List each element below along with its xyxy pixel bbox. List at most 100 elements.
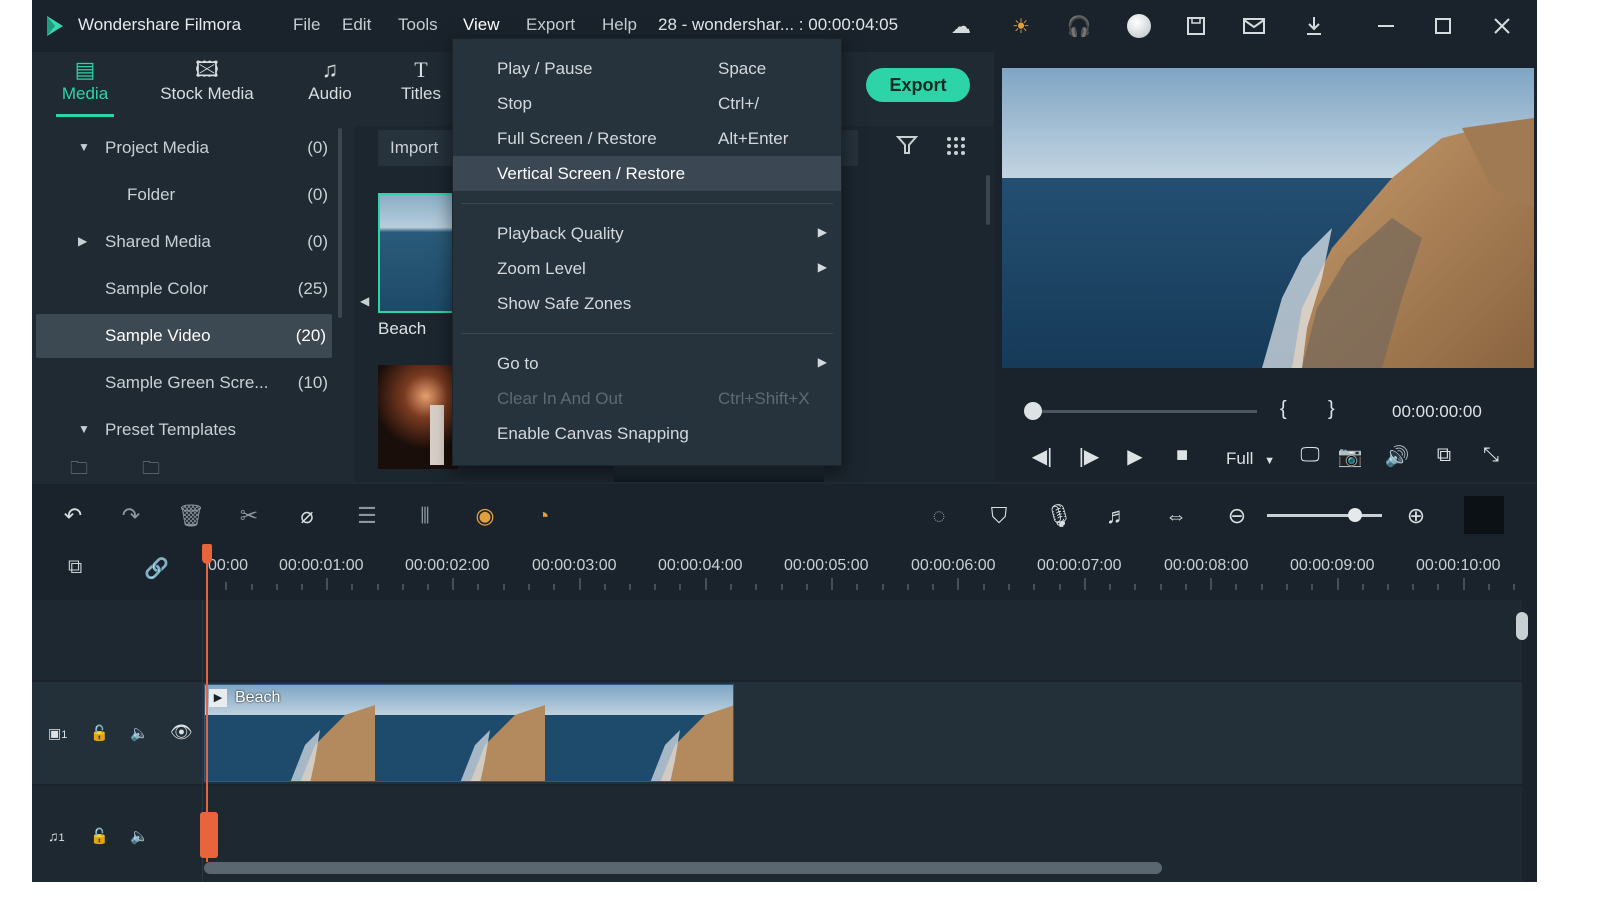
volume-icon[interactable]: 🔊 xyxy=(1382,444,1412,469)
new-folder-icon[interactable]: 🗀 xyxy=(70,456,88,486)
eye-icon[interactable]: 👁 xyxy=(170,722,193,743)
menu-export[interactable]: Export xyxy=(526,15,575,35)
audio-mixer-icon[interactable]: ♬ xyxy=(1100,500,1134,532)
lock-icon[interactable]: 🔓 xyxy=(90,724,109,742)
mail-icon[interactable] xyxy=(1240,12,1268,40)
tree-scrollbar[interactable] xyxy=(338,128,342,318)
microphone-icon[interactable]: 🎙 xyxy=(1042,500,1076,532)
cut-icon[interactable]: ✂ xyxy=(232,500,266,532)
ruler-label: 00:00:01:00 xyxy=(279,557,364,574)
delete-icon[interactable]: 🗑 xyxy=(174,500,208,532)
menu-item-show-safe-zones[interactable]: Show Safe Zones xyxy=(453,286,841,321)
fullscreen-icon[interactable]: ⤡ xyxy=(1476,444,1506,467)
aspect-icon[interactable]: ⧉ xyxy=(1429,444,1459,467)
zoom-slider-track[interactable] xyxy=(1267,514,1382,517)
lightbulb-icon[interactable]: ☀ xyxy=(1007,12,1035,40)
layout-toggle[interactable] xyxy=(1464,496,1504,534)
tree-item-preset-templates[interactable]: ▼ Preset Templates xyxy=(32,408,342,452)
add-track-icon[interactable]: ⧉ xyxy=(68,556,82,579)
folder-icon[interactable]: 🗀 xyxy=(142,456,160,486)
zoom-out-icon[interactable]: ⊖ xyxy=(1220,500,1254,532)
render-icon[interactable]: ◌ xyxy=(922,500,956,532)
player-timecode: 00:00:00:00 xyxy=(1392,402,1482,421)
empty-track-area xyxy=(32,600,1522,680)
next-frame-icon[interactable]: |▶ xyxy=(1074,444,1104,469)
maximize-icon[interactable] xyxy=(1429,12,1457,40)
speed-icon[interactable]: ◔ xyxy=(526,500,560,532)
grid-view-icon[interactable] xyxy=(946,136,966,161)
player-progress-track[interactable] xyxy=(1032,410,1257,413)
menu-item-zoom-level[interactable]: Zoom Level ▶ xyxy=(453,251,841,286)
marker-icon[interactable]: ⛉ xyxy=(982,500,1016,532)
audio-mute-icon[interactable]: 🔈 xyxy=(130,827,149,845)
tree-item-sample-color[interactable]: Sample Color (25) xyxy=(32,267,342,311)
headset-icon[interactable]: 🎧 xyxy=(1065,12,1093,40)
redo-icon[interactable]: ↷ xyxy=(114,500,148,532)
prev-frame-icon[interactable]: ◀| xyxy=(1027,444,1057,469)
download-icon[interactable] xyxy=(1300,12,1328,40)
menu-item-vertical-screen[interactable]: Vertical Screen / Restore xyxy=(453,156,841,191)
tab-media-label: Media xyxy=(61,84,109,103)
quality-select[interactable]: Full ▼ xyxy=(1226,449,1275,469)
collapse-arrow-icon[interactable]: ◀ xyxy=(360,294,369,308)
mark-out-icon[interactable]: } xyxy=(1328,398,1335,421)
tree-item-project-media[interactable]: ▼ Project Media (0) xyxy=(32,126,342,170)
menu-view[interactable]: View xyxy=(463,15,500,35)
menu-item-enable-canvas-snapping[interactable]: Enable Canvas Snapping xyxy=(453,416,841,451)
color-match-icon[interactable]: ◉ xyxy=(468,500,502,532)
display-icon[interactable]: 🖵 xyxy=(1295,444,1325,467)
playhead-bottom-handle[interactable] xyxy=(200,812,218,858)
tab-media[interactable]: ▤ Media xyxy=(52,56,118,118)
undo-icon[interactable]: ↶ xyxy=(56,500,90,532)
filter-icon[interactable] xyxy=(895,134,919,162)
menu-help[interactable]: Help xyxy=(602,15,637,35)
link-icon[interactable]: 🔗 xyxy=(144,556,169,581)
play-icon[interactable]: ▶ xyxy=(1120,444,1150,469)
tree-item-sample-video[interactable]: Sample Video (20) xyxy=(36,314,332,358)
tab-audio[interactable]: ♫ Audio xyxy=(302,56,358,118)
zoom-slider-handle[interactable] xyxy=(1348,508,1362,522)
video-track-number: 1 xyxy=(61,729,68,741)
audio-icon: ♫ xyxy=(321,57,339,82)
tag-icon[interactable]: ⌀ xyxy=(290,500,324,532)
stop-icon[interactable]: ■ xyxy=(1167,444,1197,467)
save-icon[interactable] xyxy=(1182,12,1210,40)
import-button[interactable]: Import xyxy=(390,138,438,158)
zoom-in-icon[interactable]: ⊕ xyxy=(1399,500,1433,532)
timeline-vertical-scrollbar[interactable] xyxy=(1516,612,1528,640)
tab-stock-media[interactable]: 🖾 Stock Media xyxy=(152,56,262,118)
preview-video[interactable] xyxy=(1002,68,1534,368)
tab-titles[interactable]: T Titles xyxy=(396,56,446,118)
audio-wave-icon[interactable]: ⫴ xyxy=(408,500,442,532)
player-scrubber[interactable] xyxy=(1024,402,1042,420)
menu-tools[interactable]: Tools xyxy=(398,15,438,35)
media-thumbnail-2[interactable] xyxy=(378,365,458,469)
snapshot-icon[interactable]: 📷 xyxy=(1335,444,1365,469)
minimize-icon[interactable] xyxy=(1372,12,1400,40)
audio-lock-icon[interactable]: 🔓 xyxy=(90,827,109,845)
menu-item-playback-quality[interactable]: Playback Quality ▶ xyxy=(453,216,841,251)
tree-item-sample-green-screen[interactable]: Sample Green Scre... (10) xyxy=(32,361,342,405)
fit-timeline-icon[interactable]: ⇔ xyxy=(1159,500,1193,532)
video-clip-beach[interactable]: ▶ Beach xyxy=(204,684,734,782)
avatar[interactable] xyxy=(1127,14,1151,38)
tree-item-shared-media[interactable]: ▶ Shared Media (0) xyxy=(32,220,342,264)
close-icon[interactable] xyxy=(1488,12,1516,40)
menu-item-play-pause[interactable]: Play / Pause Space xyxy=(453,51,841,86)
media-thumbnail-beach[interactable] xyxy=(378,193,458,313)
timeline-horizontal-scrollbar[interactable] xyxy=(204,862,1162,874)
mark-in-icon[interactable]: { xyxy=(1280,398,1287,421)
tree-item-folder[interactable]: Folder (0) xyxy=(32,173,342,217)
export-button[interactable]: Export xyxy=(866,68,970,102)
stock-media-icon: 🖾 xyxy=(195,57,219,82)
menu-file[interactable]: File xyxy=(293,15,320,35)
adjust-icon[interactable]: ☰ xyxy=(350,500,384,532)
menu-item-go-to[interactable]: Go to ▶ xyxy=(453,346,841,381)
menu-edit[interactable]: Edit xyxy=(342,15,371,35)
menu-item-full-screen[interactable]: Full Screen / Restore Alt+Enter xyxy=(453,121,841,156)
mute-icon[interactable]: 🔈 xyxy=(130,724,149,742)
cloud-icon[interactable]: ☁ xyxy=(947,12,975,40)
video-track-label: ▣1 xyxy=(48,725,67,742)
library-scrollbar[interactable] xyxy=(986,175,990,225)
menu-item-stop[interactable]: Stop Ctrl+/ xyxy=(453,86,841,121)
